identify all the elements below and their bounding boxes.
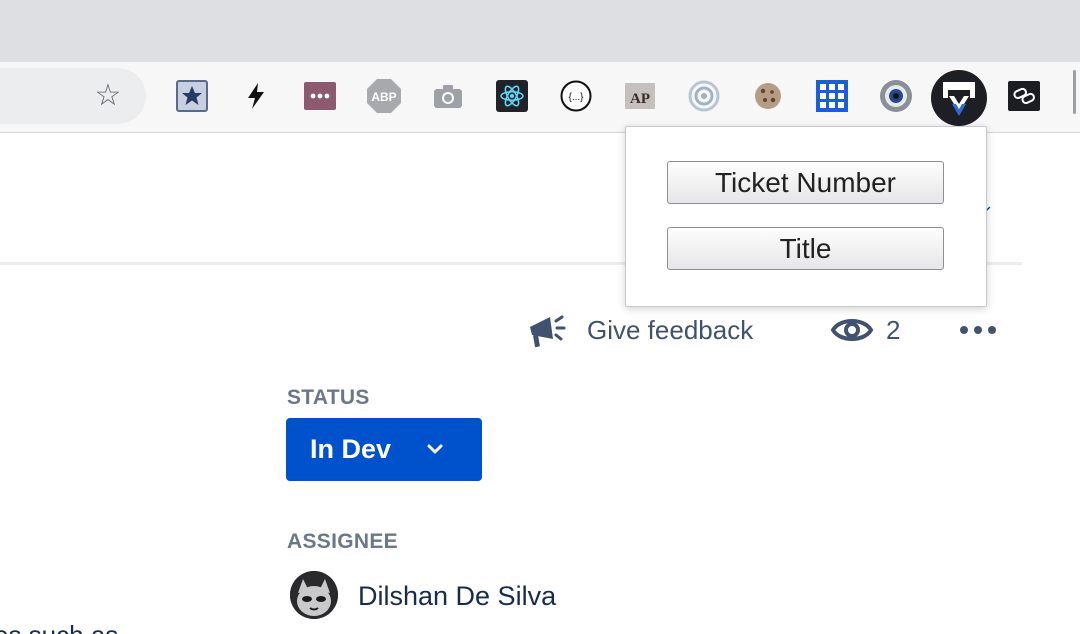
copy-ticket-number-button[interactable]: Ticket Number	[667, 161, 944, 204]
watch-eye-icon[interactable]	[830, 311, 874, 349]
ticket-copy-extension-icon[interactable]	[931, 70, 987, 126]
status-dropdown-button[interactable]: In Dev	[286, 418, 482, 481]
assignee-name[interactable]: Dilshan De Silva	[358, 579, 556, 613]
cookie-extension-icon[interactable]	[752, 80, 784, 112]
link-extension-icon[interactable]	[1008, 80, 1040, 112]
ap-extension-icon[interactable]: AP	[624, 80, 656, 112]
toolbar-edge-handle	[1073, 70, 1076, 114]
json-formatter-label: {...}	[568, 92, 584, 103]
dots-extension-icon[interactable]	[304, 80, 336, 112]
adblock-plus-label: ABP	[371, 90, 396, 104]
grid-extension-icon[interactable]	[816, 80, 848, 112]
tab-strip	[0, 0, 1080, 62]
browser-window: ☆ ABP {...} AP Give feedback 2 STATUS In…	[0, 0, 1080, 634]
target-extension-icon[interactable]	[688, 80, 720, 112]
give-feedback-button[interactable]: Give feedback	[587, 313, 753, 347]
more-actions-icon[interactable]	[956, 320, 1000, 340]
star-bookmark-extension-icon[interactable]	[176, 80, 208, 112]
browser-toolbar	[0, 62, 1080, 133]
assignee-heading: ASSIGNEE	[287, 530, 398, 553]
description-text: es such as	[0, 618, 118, 634]
watch-count: 2	[886, 315, 901, 345]
status-value: In Dev	[310, 434, 392, 464]
chevron-down-icon	[427, 444, 443, 454]
ap-label: AP	[630, 91, 650, 107]
react-devtools-extension-icon[interactable]	[496, 80, 528, 112]
lightning-extension-icon[interactable]	[240, 80, 272, 112]
bookmark-star-icon[interactable]: ☆	[90, 78, 126, 114]
extension-popup: Ticket Number Title	[625, 126, 987, 307]
adblock-plus-extension-icon[interactable]: ABP	[366, 78, 402, 114]
copy-title-button[interactable]: Title	[667, 227, 944, 270]
assignee-avatar[interactable]	[290, 571, 338, 619]
status-heading: STATUS	[287, 386, 370, 409]
camera-extension-icon[interactable]	[432, 80, 464, 112]
json-formatter-extension-icon[interactable]: {...}	[560, 80, 592, 112]
eye-extension-icon[interactable]	[878, 78, 914, 114]
megaphone-icon[interactable]	[526, 309, 568, 351]
